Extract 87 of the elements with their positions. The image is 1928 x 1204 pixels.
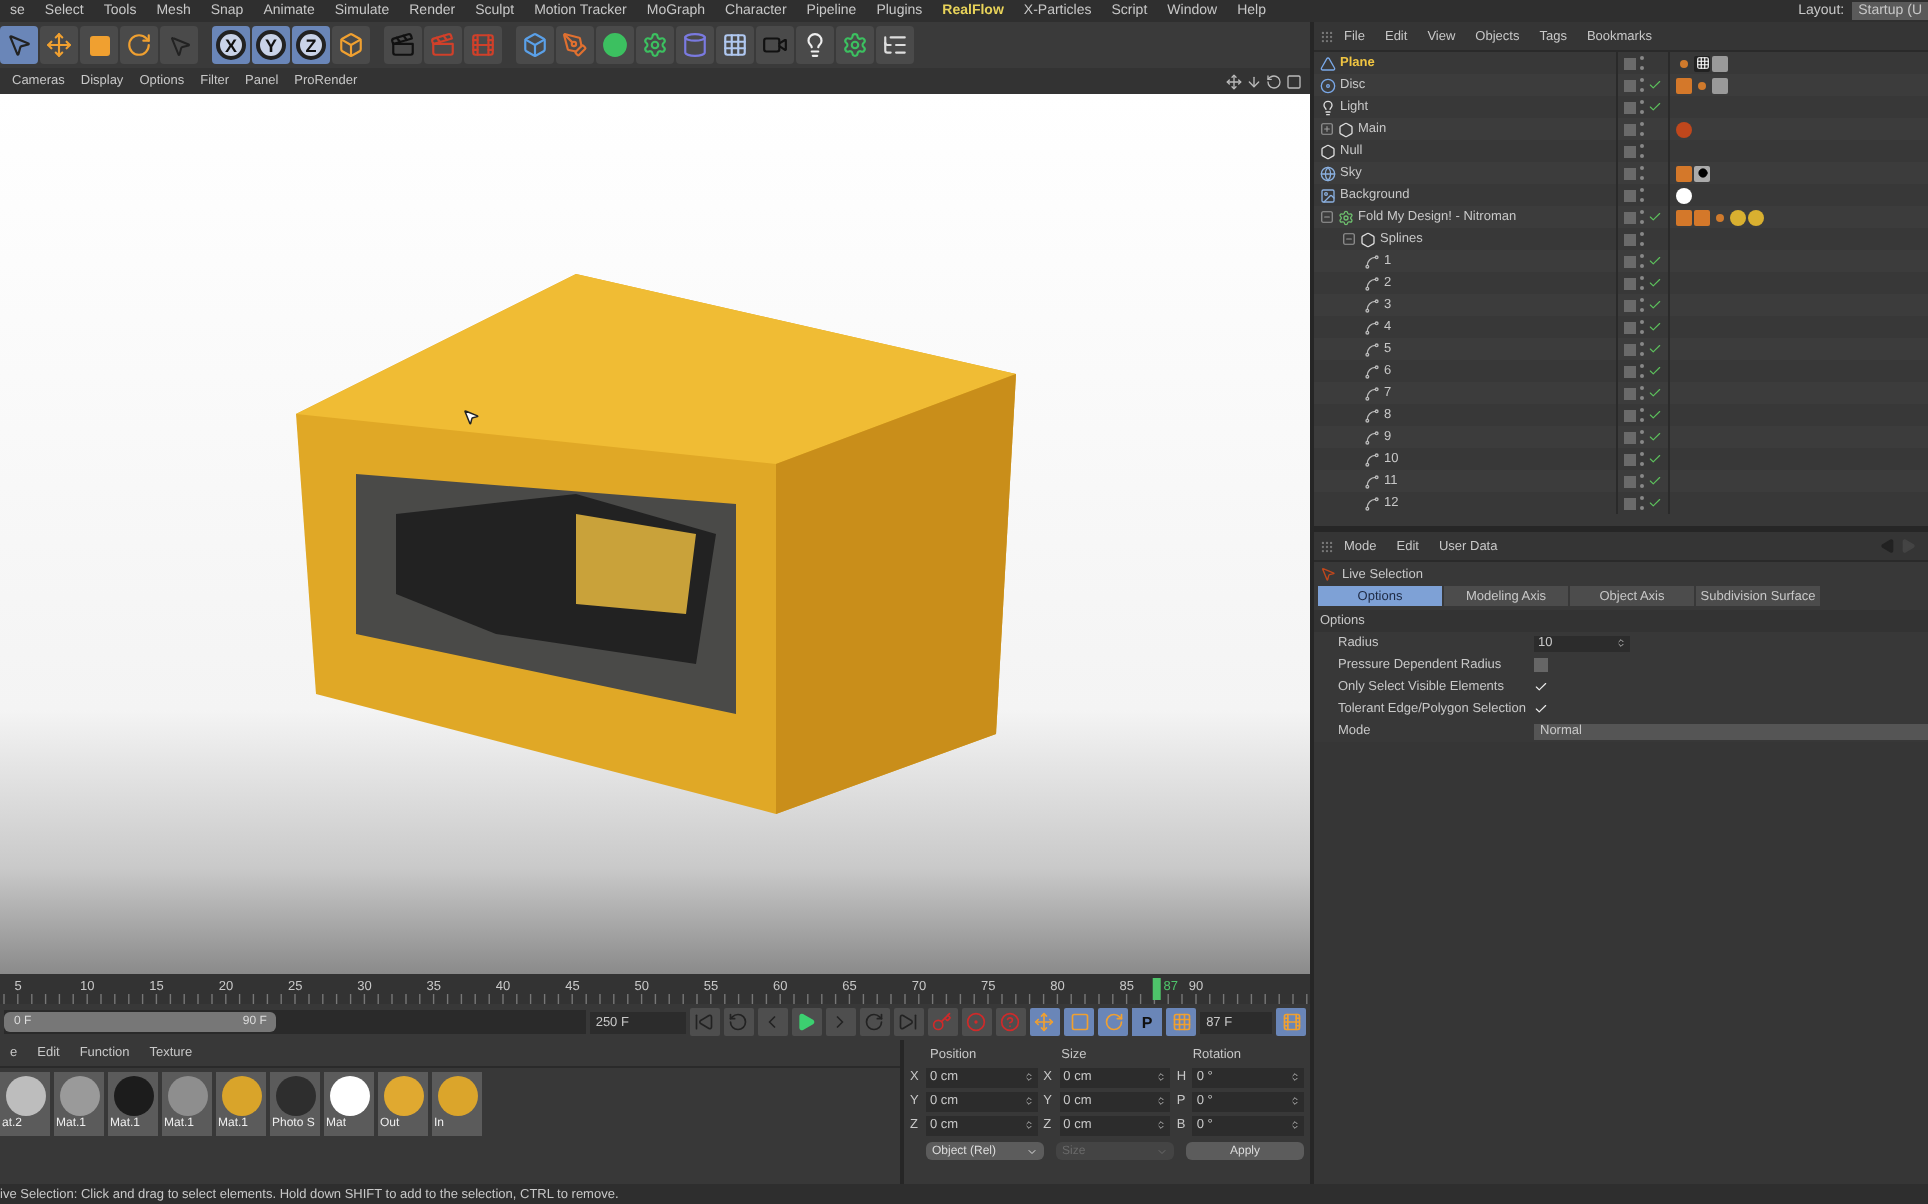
layer-swatch-icon[interactable] — [1624, 475, 1636, 487]
layer-swatch-icon[interactable] — [1624, 321, 1636, 333]
spinner-arrows-icon[interactable] — [1290, 1072, 1300, 1082]
disc-icon — [1320, 77, 1336, 93]
layer-swatch-icon[interactable] — [1624, 497, 1636, 509]
layer-swatch-icon[interactable] — [1624, 233, 1636, 245]
gear-icon[interactable] — [836, 26, 874, 64]
check-icon[interactable] — [1648, 210, 1662, 224]
spline-icon — [1364, 429, 1380, 445]
layer-swatch-icon[interactable] — [1624, 387, 1636, 399]
spline-icon — [1364, 341, 1380, 357]
spinner-arrows-icon[interactable] — [1616, 638, 1626, 648]
hierarchy-icon[interactable] — [876, 26, 914, 64]
spinner-arrows-icon[interactable] — [1290, 1096, 1300, 1106]
layer-swatch-icon[interactable] — [1624, 365, 1636, 377]
axis-lock-button[interactable]: X — [212, 26, 250, 64]
gear-icon[interactable] — [636, 26, 674, 64]
spline-icon — [1364, 297, 1380, 313]
arrow-down-icon[interactable] — [1246, 73, 1262, 89]
cube-icon[interactable] — [516, 26, 554, 64]
spline-icon — [1364, 385, 1380, 401]
layer-swatch-icon[interactable] — [1624, 277, 1636, 289]
rotate-icon[interactable] — [1266, 73, 1282, 89]
layer-swatch-icon[interactable] — [1624, 299, 1636, 311]
go-to-end-icon[interactable] — [893, 1008, 924, 1036]
light-icon — [1320, 99, 1336, 115]
spline-icon — [1364, 473, 1380, 489]
layer-swatch-icon[interactable] — [1624, 123, 1636, 135]
axis-lock-button[interactable]: Y — [252, 26, 290, 64]
spinner-arrows-icon[interactable] — [1156, 1096, 1167, 1106]
parameter-key-button[interactable]: P — [1132, 1008, 1163, 1036]
layer-swatch-icon[interactable] — [1624, 167, 1636, 179]
layer-swatch-icon[interactable] — [1624, 211, 1636, 223]
play-icon[interactable] — [791, 1008, 822, 1036]
sky-icon — [1320, 165, 1336, 181]
layer-swatch-icon[interactable] — [1624, 453, 1636, 465]
spline-icon — [1364, 253, 1380, 269]
spline-icon — [1364, 319, 1380, 335]
tag-icon[interactable] — [1694, 165, 1710, 181]
loop-forward-icon[interactable] — [859, 1008, 890, 1036]
spinner-arrows-icon[interactable] — [1290, 1120, 1300, 1130]
move-icon[interactable] — [1226, 73, 1242, 89]
move-icon[interactable] — [40, 26, 78, 64]
layer-swatch-icon[interactable] — [1624, 57, 1636, 69]
spline-icon — [1364, 363, 1380, 379]
film-icon[interactable] — [1276, 1008, 1307, 1036]
checkbox[interactable] — [1534, 702, 1548, 716]
spinner-arrows-icon[interactable] — [1156, 1120, 1167, 1130]
light-bulb-icon[interactable] — [796, 26, 834, 64]
spline-icon — [1364, 451, 1380, 467]
checkbox[interactable] — [1534, 680, 1548, 694]
layer-swatch-icon[interactable] — [1624, 409, 1636, 421]
mouse-cursor-icon — [462, 408, 480, 426]
rotate-icon[interactable] — [1098, 1008, 1129, 1036]
spline-icon — [1364, 495, 1380, 511]
pointer-icon[interactable] — [160, 26, 198, 64]
live-selection-icon — [1320, 566, 1336, 582]
expand-icon[interactable] — [1320, 122, 1334, 136]
floor-grid-icon[interactable] — [716, 26, 754, 64]
pen-icon[interactable] — [556, 26, 594, 64]
viewport-render[interactable] — [0, 94, 1310, 974]
loop-back-icon[interactable] — [723, 1008, 754, 1036]
layer-swatch-icon[interactable] — [1624, 255, 1636, 267]
go-to-start-icon[interactable] — [689, 1008, 720, 1036]
spinner-arrows-icon[interactable] — [1023, 1120, 1034, 1130]
help-icon[interactable] — [995, 1008, 1026, 1036]
layer-swatch-icon[interactable] — [1624, 145, 1636, 157]
spinner-arrows-icon[interactable] — [1023, 1096, 1034, 1106]
axis-lock-button[interactable]: Z — [292, 26, 330, 64]
layer-swatch-icon[interactable] — [1624, 431, 1636, 443]
spinner-arrows-icon[interactable] — [1156, 1072, 1167, 1082]
spline-icon — [1364, 407, 1380, 423]
spline-icon — [1364, 275, 1380, 291]
playhead[interactable] — [1152, 978, 1161, 1000]
layer-swatch-icon[interactable] — [1624, 101, 1636, 113]
collapse-icon[interactable] — [1342, 232, 1356, 246]
square-icon[interactable] — [1286, 73, 1302, 89]
spinner-arrows-icon[interactable] — [1023, 1072, 1034, 1082]
layer-swatch-icon[interactable] — [1624, 343, 1636, 355]
checkbox[interactable] — [1534, 658, 1548, 672]
grid-icon[interactable] — [1166, 1008, 1197, 1036]
cursor-icon[interactable] — [0, 26, 38, 64]
move-icon[interactable] — [1029, 1008, 1060, 1036]
rotate-icon[interactable] — [120, 26, 158, 64]
collapse-icon[interactable] — [1320, 210, 1334, 224]
layer-swatch-icon[interactable] — [1624, 189, 1636, 201]
layer-swatch-icon[interactable] — [1624, 79, 1636, 91]
